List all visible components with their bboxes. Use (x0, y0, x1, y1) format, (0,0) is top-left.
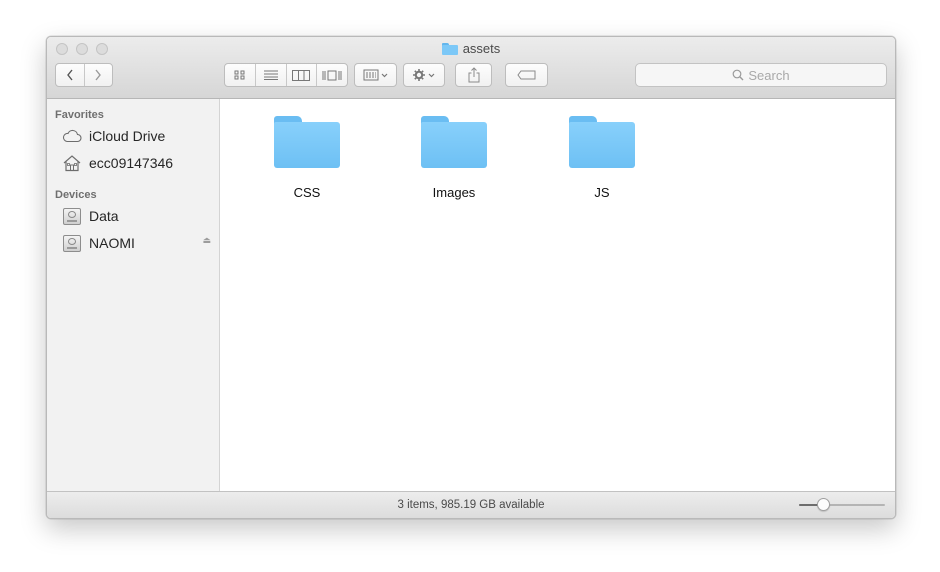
folder-label: JS (594, 185, 610, 200)
folder-item-images[interactable]: Images (399, 116, 509, 200)
sidebar-item-label: Data (89, 208, 119, 224)
arrange-icon (363, 69, 387, 81)
sidebar-item-naomi[interactable]: NAOMI ⏏ (61, 231, 219, 255)
coverflow-icon (322, 70, 342, 80)
slider-thumb[interactable] (817, 498, 831, 511)
sidebar-item-data[interactable]: Data (61, 204, 219, 228)
folder-icon (274, 116, 340, 168)
forward-button[interactable] (83, 64, 113, 86)
folder-icon (421, 116, 487, 168)
arrange-button[interactable] (354, 63, 397, 87)
view-mode-buttons (224, 63, 348, 87)
sidebar-item-label: NAOMI (89, 235, 135, 251)
icon-size-slider[interactable] (799, 498, 885, 511)
file-browser: CSS Images JS (220, 99, 895, 492)
sidebar: Favorites iCloud Drive ecc09147346 Devic… (47, 99, 220, 492)
search-field[interactable]: Search (635, 63, 887, 87)
sidebar-section-devices: Devices (55, 189, 97, 201)
folder-label: Images (432, 185, 476, 200)
sidebar-item-label: ecc09147346 (89, 155, 174, 171)
window-title: assets (47, 41, 895, 56)
share-button[interactable] (455, 63, 492, 87)
navigation-buttons (55, 63, 113, 87)
share-icon (468, 67, 479, 83)
folder-icon (441, 42, 458, 55)
list-icon (263, 70, 278, 80)
back-button[interactable] (56, 64, 84, 86)
finder-window: assets Search Favorites iCloud Drive ecc… (46, 36, 896, 519)
tag-icon (516, 70, 535, 80)
action-button[interactable] (403, 63, 445, 87)
gear-icon (413, 69, 435, 81)
disk-icon (61, 206, 83, 226)
cloud-icon (61, 126, 83, 146)
status-text: 3 items, 985.19 GB available (397, 499, 545, 511)
eject-icon[interactable]: ⏏ (202, 235, 211, 246)
cover-flow-view-button[interactable] (316, 64, 347, 86)
folder-item-css[interactable]: CSS (252, 116, 362, 200)
search-placeholder: Search (748, 67, 790, 83)
list-view-button[interactable] (254, 64, 286, 86)
grid-icon (234, 70, 245, 80)
folder-label: CSS (293, 185, 321, 200)
home-icon (61, 153, 83, 173)
sidebar-item-label: iCloud Drive (89, 128, 166, 144)
icon-view-button[interactable] (225, 64, 255, 86)
folder-item-js[interactable]: JS (547, 116, 657, 200)
window-title-text: assets (462, 41, 501, 56)
status-bar: 3 items, 985.19 GB available (47, 491, 895, 518)
toolbar: assets Search (47, 37, 895, 99)
chevron-right-icon (95, 69, 102, 81)
search-icon (732, 69, 744, 81)
column-view-button[interactable] (285, 64, 317, 86)
columns-icon (292, 69, 311, 81)
chevron-left-icon (66, 69, 73, 81)
tags-button[interactable] (505, 63, 548, 87)
sidebar-item-home[interactable]: ecc09147346 (61, 151, 219, 175)
sidebar-section-favorites: Favorites (55, 109, 104, 121)
disk-icon (61, 233, 83, 253)
folder-icon (569, 116, 635, 168)
sidebar-item-icloud-drive[interactable]: iCloud Drive (61, 124, 219, 148)
